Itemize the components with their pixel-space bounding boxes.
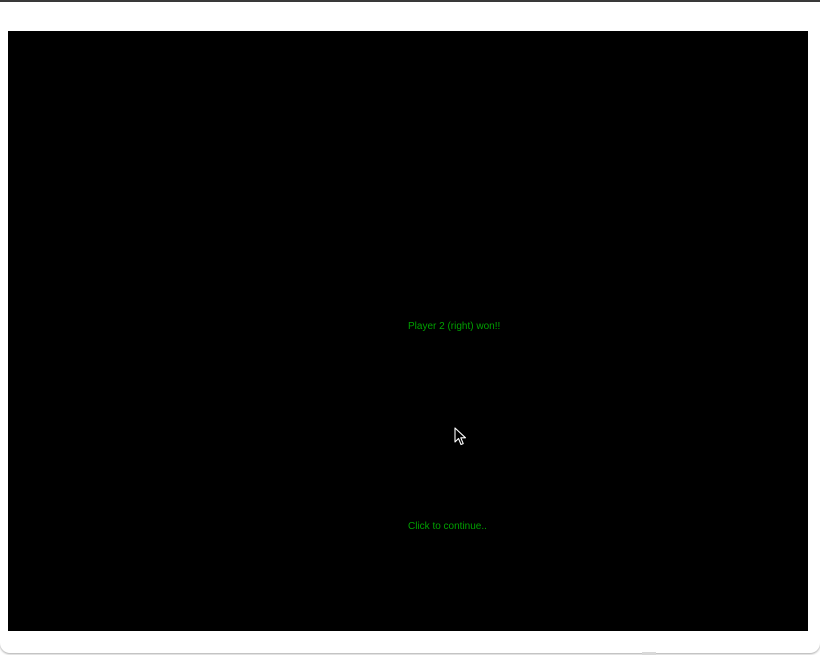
game-canvas[interactable]: Player 2 (right) won!! Click to continue… bbox=[8, 31, 808, 631]
winner-message: Player 2 (right) won!! bbox=[408, 321, 501, 332]
arrow-pointer-icon bbox=[454, 427, 467, 446]
continue-prompt[interactable]: Click to continue.. bbox=[408, 521, 487, 533]
browser-window: Player 2 (right) won!! Click to continue… bbox=[0, 2, 820, 653]
